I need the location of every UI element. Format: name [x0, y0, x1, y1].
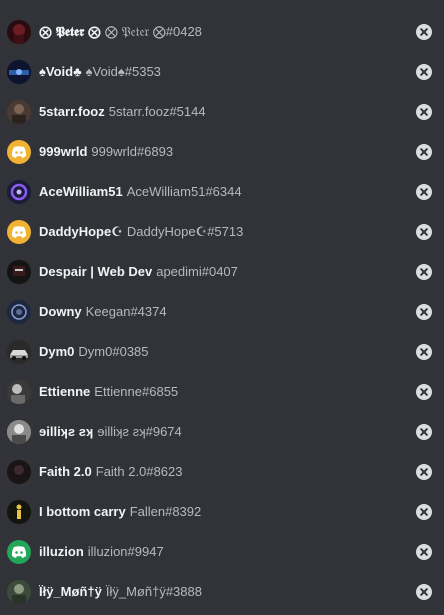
discord-icon: [11, 226, 27, 238]
avatar: [7, 420, 31, 444]
display-name: Ïłÿ_Møñ†ÿ: [39, 584, 102, 599]
close-circle-icon[interactable]: [416, 384, 432, 400]
close-circle-icon[interactable]: [416, 424, 432, 440]
close-circle-icon[interactable]: [416, 344, 432, 360]
user-row: 5starr.fooz 5starr.fooz#5144: [0, 92, 444, 132]
circle-logo-avatar-icon: [7, 300, 31, 324]
user-row: Downy Keegan#4374: [0, 292, 444, 332]
display-name: DaddyHope☪: [39, 224, 123, 239]
avatar: [7, 220, 31, 244]
avatar: [7, 460, 31, 484]
user-row: I bottom carry Fallen#8392: [0, 492, 444, 532]
avatar: [7, 60, 31, 84]
display-name: 5starr.fooz: [39, 104, 105, 119]
user-row: Ïłÿ_Møñ†ÿ Ïłÿ_Møñ†ÿ#3888: [0, 572, 444, 612]
avatar: [7, 100, 31, 124]
user-row: ɘilliʞƨ ƨʞ ɘilliʞƨ ƨʞ#9674: [0, 412, 444, 452]
close-circle-icon[interactable]: [416, 144, 432, 160]
user-tag: ⨂ 𝔓𝔢𝔱𝔢𝔯 ⨂#0428: [104, 24, 202, 39]
display-name: AceWilliam51: [39, 184, 123, 199]
user-tag: Ïłÿ_Møñ†ÿ#3888: [105, 584, 202, 599]
bw-photo-avatar-icon: [7, 380, 31, 404]
close-circle-icon[interactable]: [416, 64, 432, 80]
discord-icon: [11, 146, 27, 158]
dark-avatar-icon: [7, 460, 31, 484]
yellow-figure-avatar-icon: [7, 500, 31, 524]
avatar: [7, 580, 31, 604]
user-row: DaddyHope☪ DaddyHope☪#5713: [0, 212, 444, 252]
close-circle-icon[interactable]: [416, 264, 432, 280]
close-circle-icon[interactable]: [416, 504, 432, 520]
avatar: [7, 140, 31, 164]
user-tag: illuzion#9947: [87, 544, 164, 559]
close-circle-icon[interactable]: [416, 104, 432, 120]
user-tag: Ettienne#6855: [94, 384, 179, 399]
close-circle-icon[interactable]: [416, 464, 432, 480]
display-name: Downy: [39, 304, 82, 319]
user-tag: Faith 2.0#8623: [95, 464, 183, 479]
display-name: Faith 2.0: [39, 464, 92, 479]
user-row: ⨂ 𝕻𝖊𝖙𝖊𝖗 ⨂ ⨂ 𝔓𝔢𝔱𝔢𝔯 ⨂#0428: [0, 12, 444, 52]
close-circle-icon[interactable]: [416, 24, 432, 40]
user-row: Dym0 Dym0#0385: [0, 332, 444, 372]
display-name: Despair | Web Dev: [39, 264, 153, 279]
user-tag: DaddyHope☪#5713: [126, 224, 244, 239]
user-tag: 5starr.fooz#5144: [108, 104, 206, 119]
portrait-avatar-icon: [7, 420, 31, 444]
avatar: [7, 340, 31, 364]
avatar: [7, 540, 31, 564]
user-tag: Dym0#0385: [78, 344, 149, 359]
user-tag: Fallen#8392: [129, 504, 202, 519]
display-name: I bottom carry: [39, 504, 126, 519]
display-name: 999wrld: [39, 144, 88, 159]
photo-avatar-icon: [7, 100, 31, 124]
display-name: Ettienne: [39, 384, 91, 399]
display-name: ɘilliʞƨ ƨʞ: [39, 424, 94, 439]
blocked-users-list: ⨂ 𝕻𝖊𝖙𝖊𝖗 ⨂ ⨂ 𝔓𝔢𝔱𝔢𝔯 ⨂#0428 ♠Void♣ ♠Void♠#535…: [0, 0, 444, 615]
display-name: illuzion: [39, 544, 84, 559]
avatar: [7, 380, 31, 404]
user-tag: ɘilliʞƨ ƨʞ#9674: [97, 424, 182, 439]
avatar: [7, 20, 31, 44]
avatar: [7, 500, 31, 524]
close-circle-icon[interactable]: [416, 584, 432, 600]
user-row: illuzion illuzion#9947: [0, 532, 444, 572]
user-row: AceWilliam51 AceWilliam51#6344: [0, 172, 444, 212]
close-circle-icon[interactable]: [416, 544, 432, 560]
car-avatar-icon: [7, 340, 31, 364]
void-avatar-icon: [7, 60, 31, 84]
purple-logo-avatar-icon: [7, 180, 31, 204]
avatar: [7, 180, 31, 204]
display-name: Dym0: [39, 344, 75, 359]
user-row: Ettienne Ettienne#6855: [0, 372, 444, 412]
user-tag: apedimi#0407: [156, 264, 238, 279]
user-tag: ♠Void♠#5353: [85, 64, 161, 79]
user-row: Faith 2.0 Faith 2.0#8623: [0, 452, 444, 492]
display-name: ♠Void♣: [39, 64, 82, 79]
user-tag: Keegan#4374: [85, 304, 167, 319]
user-row: 999wrld 999wrld#6893: [0, 132, 444, 172]
user-tag: 999wrld#6893: [91, 144, 174, 159]
avatar: [7, 260, 31, 284]
close-circle-icon[interactable]: [416, 304, 432, 320]
display-name: ⨂ 𝕻𝖊𝖙𝖊𝖗 ⨂: [39, 24, 101, 39]
photo-avatar-icon: [7, 580, 31, 604]
user-row: ♠Void♣ ♠Void♠#5353: [0, 52, 444, 92]
avatar: [7, 300, 31, 324]
close-circle-icon[interactable]: [416, 224, 432, 240]
dark-avatar-icon: [7, 260, 31, 284]
dark-red-avatar-icon: [7, 20, 31, 44]
user-row: Despair | Web Dev apedimi#0407: [0, 252, 444, 292]
user-tag: AceWilliam51#6344: [126, 184, 242, 199]
discord-icon: [11, 546, 27, 558]
close-circle-icon[interactable]: [416, 184, 432, 200]
